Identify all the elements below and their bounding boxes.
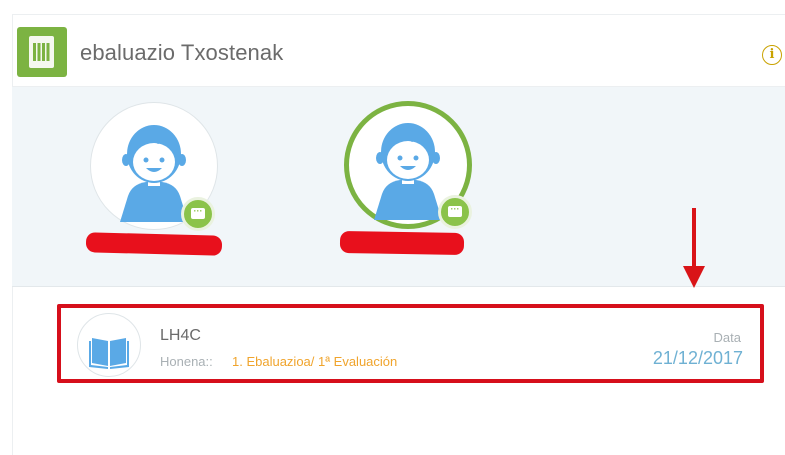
spreadsheet-icon [17,27,67,77]
redacted-student-name-1 [85,232,223,256]
info-icon[interactable]: i [762,45,782,65]
page-title: ebaluazio Txostenak [80,40,284,65]
students-divider [12,286,785,287]
chat-icon[interactable]: ··· [438,195,472,229]
chat-icon[interactable]: ··· [181,197,215,231]
redacted-student-name-2 [339,230,465,256]
annotation-arrow-head [683,266,705,288]
annotation-highlight-box [57,304,764,383]
annotation-arrow-shaft [692,208,696,268]
